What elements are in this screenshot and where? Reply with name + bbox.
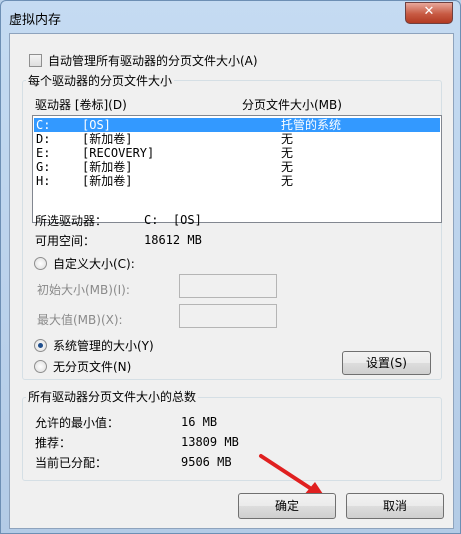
drive-letter: C:	[36, 118, 51, 132]
totals-group-label: 所有驱动器分页文件大小的总数	[26, 388, 199, 405]
custom-size-label[interactable]: 自定义大小(C):	[53, 255, 135, 272]
free-space-label: 可用空间：	[35, 234, 96, 248]
drive-letter: H:	[36, 174, 51, 188]
auto-manage-label[interactable]: 自动管理所有驱动器的分页文件大小(A)	[48, 52, 258, 69]
max-size-input[interactable]	[179, 304, 277, 328]
drive-row-h[interactable]: H: [新加卷] 无	[34, 174, 440, 188]
drive-row-g[interactable]: G: [新加卷] 无	[34, 160, 440, 174]
drive-label: [OS]	[82, 118, 111, 132]
initial-size-label: 初始大小(MB)(I):	[37, 283, 130, 297]
drive-letter: E:	[36, 146, 51, 160]
max-size-label: 最大值(MB)(X):	[37, 313, 123, 327]
free-space-value: 18612 MB	[144, 233, 202, 247]
allocated-value: 9506 MB	[181, 455, 232, 469]
min-allowed-value: 16 MB	[181, 415, 218, 429]
set-button[interactable]: 设置(S)	[342, 351, 431, 375]
drive-size: 无	[281, 132, 294, 146]
drive-size: 无	[281, 174, 294, 188]
size-column-header: 分页文件大小(MB)	[242, 98, 342, 112]
auto-manage-checkbox[interactable]	[29, 54, 42, 67]
drive-label: [RECOVERY]	[82, 146, 155, 160]
drive-label: [新加卷]	[82, 132, 133, 146]
cancel-button[interactable]: 取消	[346, 493, 444, 519]
drive-size: 托管的系统	[281, 118, 342, 132]
window-title: 虚拟内存	[9, 13, 62, 28]
custom-size-radio[interactable]	[34, 257, 47, 270]
drive-row-d[interactable]: D: [新加卷] 无	[34, 132, 440, 146]
initial-size-input[interactable]	[179, 274, 277, 298]
drive-size: 无	[281, 160, 294, 174]
min-allowed-label: 允许的最小值：	[35, 416, 120, 430]
drive-letter: G:	[36, 160, 51, 174]
virtual-memory-dialog: 虚拟内存 ✕ 自动管理所有驱动器的分页文件大小(A) 每个驱动器的分页文件大小 …	[0, 0, 461, 534]
drive-row-e[interactable]: E: [RECOVERY] 无	[34, 146, 440, 160]
close-button[interactable]: ✕	[405, 2, 453, 24]
recommended-label: 推荐：	[35, 436, 72, 450]
recommended-value: 13809 MB	[181, 435, 239, 449]
drive-letter: D:	[36, 132, 51, 146]
drive-size: 无	[281, 146, 294, 160]
drive-label: [新加卷]	[82, 174, 133, 188]
allocated-label: 当前已分配：	[35, 456, 108, 470]
drive-label: [新加卷]	[82, 160, 133, 174]
no-paging-file-radio[interactable]	[34, 360, 47, 373]
per-drive-group-label: 每个驱动器的分页文件大小	[26, 72, 175, 89]
system-managed-radio[interactable]	[34, 339, 47, 352]
selected-drive-value: C: [OS]	[144, 213, 202, 227]
ok-button[interactable]: 确定	[238, 493, 336, 519]
selected-drive-label: 所选驱动器：	[35, 214, 108, 228]
dialog-body: 自动管理所有驱动器的分页文件大小(A) 每个驱动器的分页文件大小 驱动器 [卷标…	[9, 33, 454, 529]
drive-row-c[interactable]: C: [OS] 托管的系统	[34, 118, 440, 132]
system-managed-label[interactable]: 系统管理的大小(Y)	[53, 337, 154, 354]
drive-column-header: 驱动器 [卷标](D)	[35, 98, 127, 112]
no-paging-file-label[interactable]: 无分页文件(N)	[53, 358, 131, 375]
drive-list[interactable]: C: [OS] 托管的系统 D: [新加卷] 无 E: [RECOVERY] 无…	[32, 115, 442, 223]
title-bar: 虚拟内存 ✕	[1, 1, 460, 35]
